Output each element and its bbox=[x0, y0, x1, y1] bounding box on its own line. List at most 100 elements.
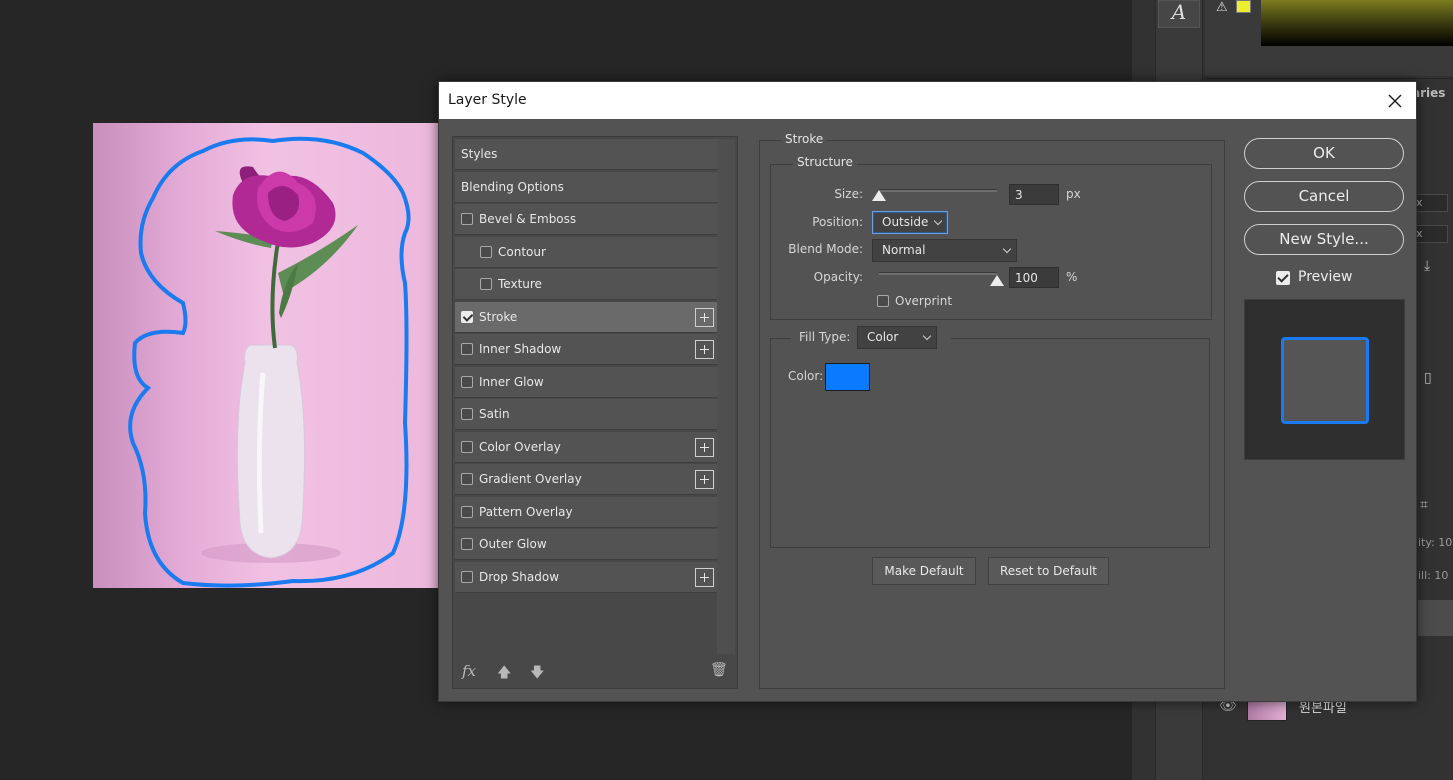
document-canvas[interactable] bbox=[93, 123, 443, 588]
add-style-icon[interactable] bbox=[695, 567, 714, 587]
libraries-tab[interactable]: aries bbox=[1412, 82, 1453, 104]
add-style-icon[interactable] bbox=[695, 307, 714, 327]
canvas-artwork bbox=[128, 136, 411, 588]
structure-group-title: Structure bbox=[793, 155, 857, 169]
opacity-label: Opacity: bbox=[813, 270, 863, 284]
style-item-bevel-emboss[interactable]: Bevel & Emboss bbox=[455, 204, 717, 235]
style-item-label: Contour bbox=[498, 244, 546, 259]
dock-field-2[interactable]: x bbox=[1412, 225, 1448, 243]
blend-mode-value: Normal bbox=[882, 243, 926, 257]
style-item-label: Stroke bbox=[479, 309, 518, 324]
panel-divider bbox=[1205, 78, 1453, 79]
size-input[interactable] bbox=[1009, 184, 1059, 205]
type-tool-icon[interactable]: A bbox=[1158, 0, 1200, 28]
gamut-swatch[interactable] bbox=[1236, 0, 1251, 13]
style-checkbox[interactable] bbox=[480, 245, 492, 258]
style-item-label: Gradient Overlay bbox=[479, 472, 582, 486]
blend-mode-dropdown[interactable]: Normal bbox=[872, 239, 1017, 262]
preview-label: Preview bbox=[1298, 269, 1353, 285]
ok-button[interactable]: OK bbox=[1244, 138, 1404, 169]
style-checkbox[interactable] bbox=[461, 440, 473, 453]
fill-type-dropdown[interactable]: Color bbox=[857, 326, 937, 349]
styles-list: Styles Blending Options fx 🡅 🡇 🗑 Bevel &… bbox=[452, 136, 738, 689]
style-checkbox[interactable] bbox=[461, 538, 473, 550]
new-style-button[interactable]: New Style... bbox=[1244, 224, 1404, 255]
preview-checkbox[interactable] bbox=[1276, 271, 1290, 285]
arrow-down-icon[interactable]: 🡇 bbox=[530, 662, 544, 686]
style-item-pattern-overlay[interactable]: Pattern Overlay bbox=[455, 496, 717, 528]
style-item-texture[interactable]: Texture bbox=[455, 269, 717, 300]
color-field[interactable] bbox=[1261, 0, 1453, 46]
size-slider-track[interactable] bbox=[879, 189, 997, 192]
arrow-up-icon[interactable]: 🡅 bbox=[497, 662, 511, 686]
dock-field-1[interactable]: x bbox=[1412, 194, 1448, 212]
style-item-satin[interactable]: Satin bbox=[455, 399, 717, 430]
style-item-label: Texture bbox=[498, 277, 542, 291]
style-checkbox[interactable] bbox=[461, 473, 473, 485]
trash-icon[interactable]: 🗑 bbox=[710, 662, 728, 678]
position-dropdown[interactable]: Outside bbox=[872, 211, 948, 234]
chevron-down-icon bbox=[1002, 244, 1012, 254]
distribute-icon[interactable]: ▯ bbox=[1424, 370, 1442, 388]
style-item-stroke[interactable]: Stroke bbox=[455, 301, 717, 333]
layer-fill-label: ill: 10 bbox=[1418, 569, 1449, 582]
opacity-input[interactable] bbox=[1009, 267, 1059, 288]
reset-to-default-button[interactable]: Reset to Default bbox=[988, 557, 1109, 585]
blending-options-item[interactable]: Blending Options bbox=[455, 172, 717, 203]
add-style-icon[interactable] bbox=[695, 340, 714, 359]
dialog-titlebar[interactable]: Layer Style bbox=[439, 82, 1416, 119]
blending-options-label: Blending Options bbox=[461, 180, 564, 194]
style-item-label: Outer Glow bbox=[479, 537, 547, 551]
align-icon[interactable]: ⤓ bbox=[1424, 258, 1442, 276]
size-label: Size: bbox=[834, 187, 863, 201]
styles-header[interactable]: Styles bbox=[455, 139, 717, 170]
cancel-button[interactable]: Cancel bbox=[1244, 181, 1404, 212]
opacity-slider-track[interactable] bbox=[879, 272, 997, 275]
overprint-label: Overprint bbox=[895, 294, 953, 308]
chevron-down-icon bbox=[933, 216, 943, 226]
style-item-outer-glow[interactable]: Outer Glow bbox=[455, 529, 717, 560]
preview-thumbnail bbox=[1281, 337, 1369, 424]
fill-type-header: Fill Type: Color bbox=[791, 326, 951, 352]
selected-layer-row[interactable] bbox=[1418, 600, 1453, 636]
fill-type-value: Color bbox=[867, 330, 899, 344]
size-slider-thumb[interactable] bbox=[872, 190, 886, 201]
styles-footer: fx 🡅 🡇 🗑 bbox=[453, 656, 737, 688]
style-checkbox[interactable] bbox=[480, 278, 492, 290]
make-default-button[interactable]: Make Default bbox=[872, 557, 976, 585]
fx-icon[interactable]: fx bbox=[462, 662, 476, 680]
warning-icon[interactable]: ⚠ bbox=[1216, 0, 1228, 15]
fill-type-label: Fill Type: bbox=[799, 330, 851, 344]
style-checkbox[interactable] bbox=[461, 213, 473, 225]
style-item-inner-shadow[interactable]: Inner Shadow bbox=[455, 334, 717, 365]
style-item-label: Pattern Overlay bbox=[479, 504, 573, 519]
stroke-color-swatch[interactable] bbox=[825, 363, 870, 391]
style-item-color-overlay[interactable]: Color Overlay bbox=[455, 431, 717, 463]
close-icon[interactable] bbox=[1382, 88, 1408, 114]
layer-opacity-label: ity: 10 bbox=[1418, 536, 1453, 549]
style-item-label: Inner Shadow bbox=[479, 342, 562, 356]
style-item-label: Drop Shadow bbox=[479, 569, 560, 584]
size-unit: px bbox=[1066, 187, 1081, 201]
overprint-checkbox[interactable] bbox=[877, 295, 889, 307]
style-checkbox[interactable] bbox=[461, 310, 473, 323]
style-checkbox[interactable] bbox=[461, 375, 473, 388]
style-item-gradient-overlay[interactable]: Gradient Overlay bbox=[455, 464, 717, 495]
add-style-icon[interactable] bbox=[695, 437, 714, 457]
chevron-down-icon bbox=[922, 331, 932, 341]
color-label: Color: bbox=[788, 369, 824, 383]
style-item-contour[interactable]: Contour bbox=[455, 236, 717, 268]
style-checkbox[interactable] bbox=[461, 408, 473, 420]
style-item-label: Satin bbox=[479, 407, 510, 421]
dialog-title: Layer Style bbox=[448, 92, 527, 108]
opacity-slider-thumb[interactable] bbox=[990, 275, 1004, 286]
style-item-drop-shadow[interactable]: Drop Shadow bbox=[455, 561, 717, 593]
styles-scrollbar[interactable] bbox=[717, 139, 735, 654]
style-item-inner-glow[interactable]: Inner Glow bbox=[455, 366, 717, 398]
style-checkbox[interactable] bbox=[461, 343, 473, 355]
style-checkbox[interactable] bbox=[461, 570, 473, 583]
position-label: Position: bbox=[812, 215, 863, 229]
add-style-icon[interactable] bbox=[695, 470, 714, 489]
style-checkbox[interactable] bbox=[461, 505, 473, 518]
transform-icon[interactable]: ⌗ bbox=[1420, 497, 1440, 517]
